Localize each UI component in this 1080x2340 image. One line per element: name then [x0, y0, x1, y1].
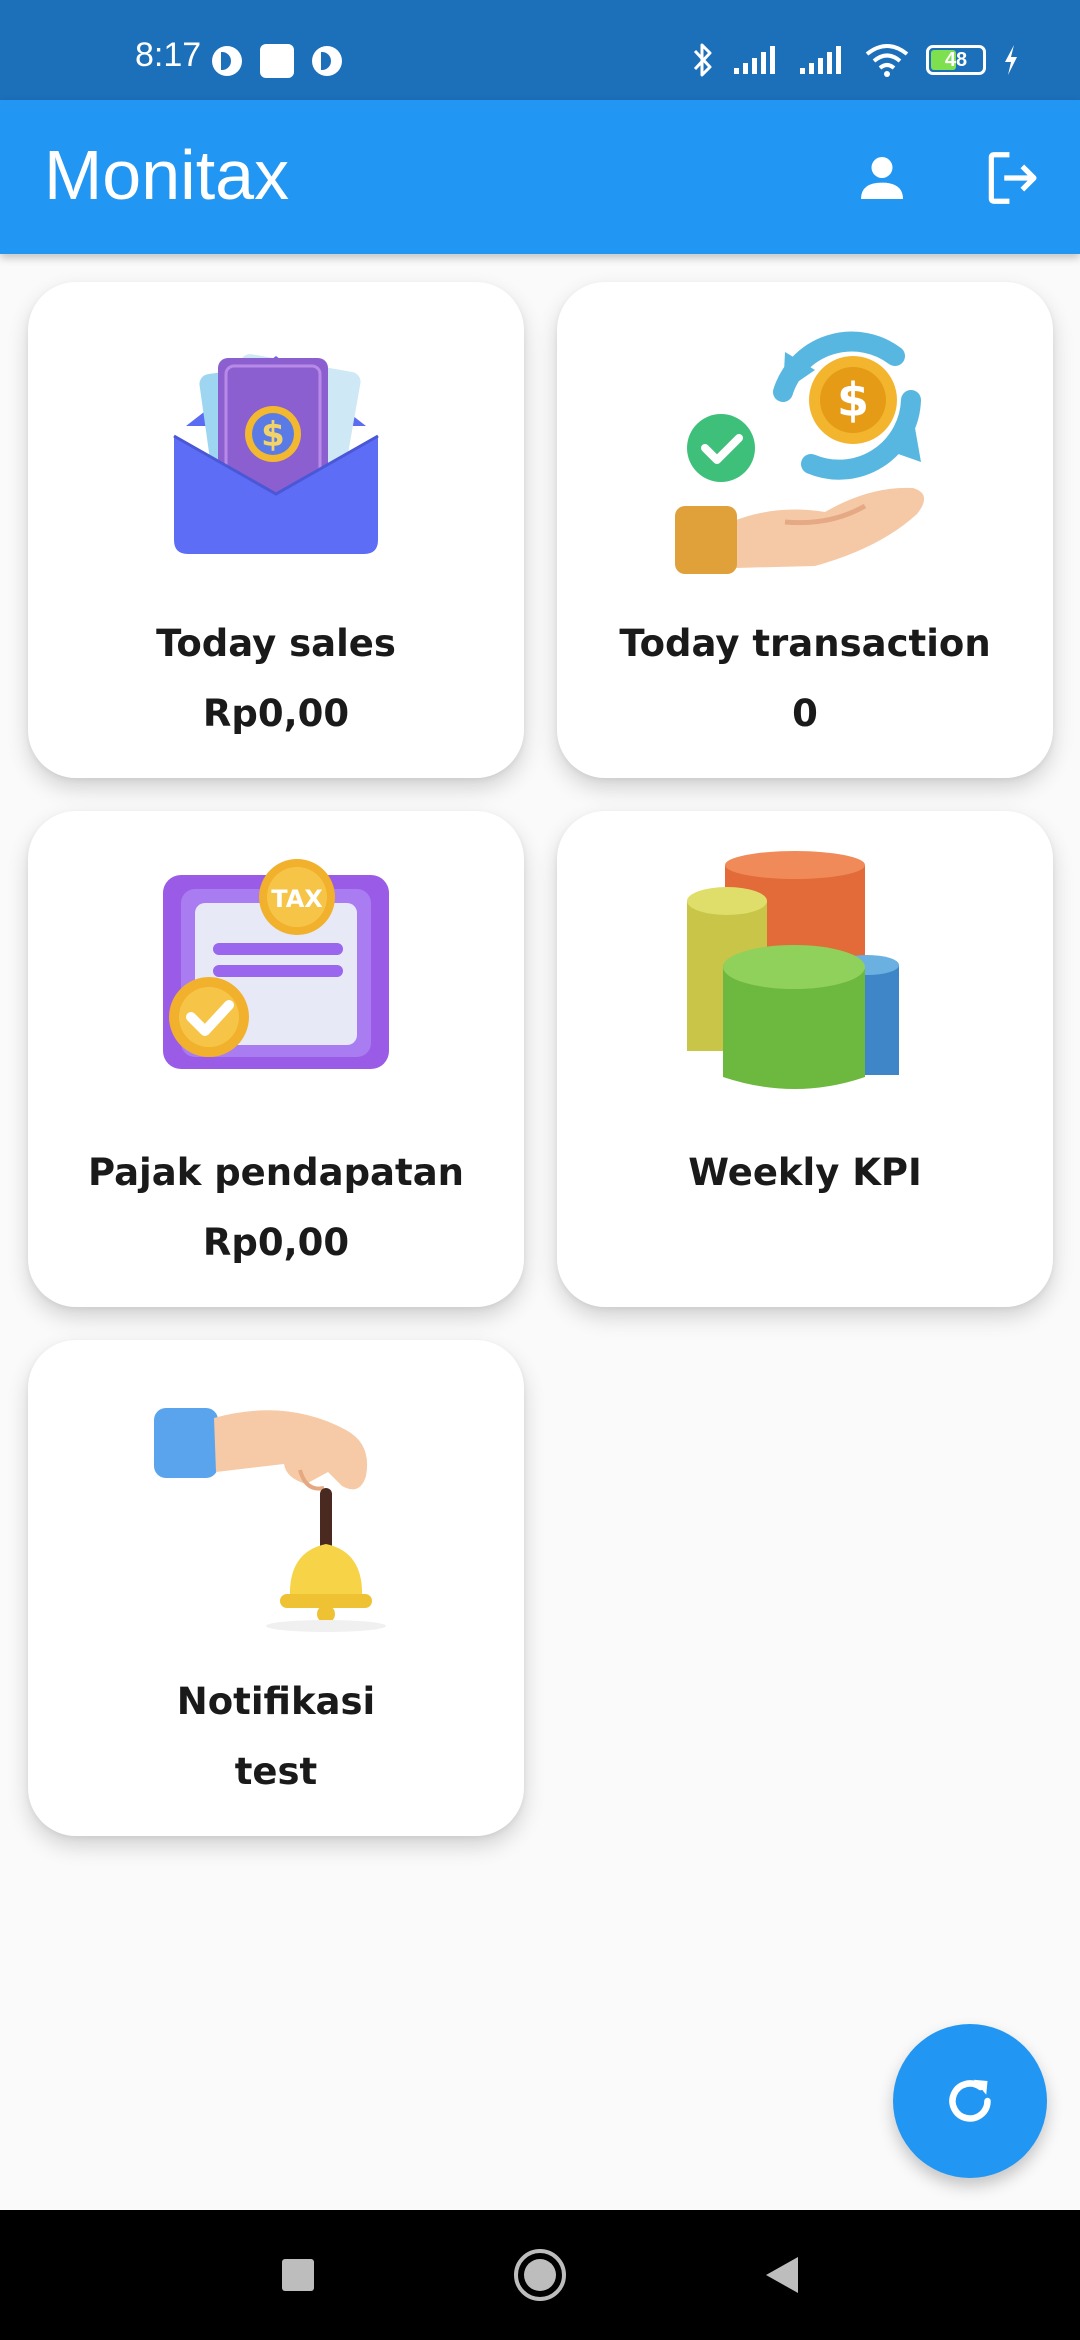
home-icon [514, 2249, 566, 2301]
status-time: 8:17 [135, 36, 202, 74]
card-today-sales[interactable]: $ Today sales Rp0,00 [28, 282, 524, 778]
card-title: Today sales [156, 622, 396, 665]
back-button[interactable] [752, 2245, 812, 2305]
refresh-icon [949, 2079, 991, 2122]
card-value: test [234, 1750, 318, 1793]
recents-icon [282, 2259, 314, 2291]
card-value: 0 [792, 692, 818, 735]
card-today-transaction[interactable]: $ Today transaction 0 [557, 282, 1053, 778]
hand-coin-exchange-icon: $ [675, 331, 925, 574]
card-notifikasi[interactable]: Notifikasi test [28, 1340, 524, 1836]
card-value: Rp0,00 [202, 1221, 350, 1264]
app-bar: Monitax [0, 100, 1080, 254]
card-pajak-pendapatan[interactable]: TAX Pajak pendapatan Rp0,00 [28, 811, 524, 1307]
card-weekly-kpi[interactable]: Weekly KPI [557, 811, 1053, 1307]
card-title: Pajak pendapatan [87, 1151, 465, 1194]
charging-icon [1005, 45, 1017, 75]
back-icon [766, 2257, 798, 2293]
svg-text:$: $ [837, 373, 869, 427]
app-icon [312, 46, 342, 76]
bluetooth-icon [693, 43, 712, 77]
logout-icon [988, 152, 1037, 204]
battery-icon: 48 [926, 45, 986, 75]
home-button[interactable] [510, 2245, 570, 2305]
card-title: Notifikasi [176, 1680, 376, 1723]
app-title: Monitax [44, 136, 290, 214]
card-title: Weekly KPI [688, 1151, 922, 1194]
person-icon [861, 157, 903, 199]
wifi-icon [865, 44, 909, 77]
signal-icon [800, 46, 841, 74]
navigation-bar [0, 2210, 1080, 2340]
svg-text:$: $ [261, 415, 285, 455]
status-notification-icons [212, 44, 342, 78]
app-icon [212, 46, 242, 76]
battery-level: 48 [944, 49, 968, 71]
signal-icon [734, 46, 775, 74]
money-envelope-icon: $ [173, 354, 379, 554]
status-system-icons: 48 [690, 40, 1020, 80]
status-bar: 8:17 48 [0, 0, 1080, 100]
refresh-button[interactable] [893, 2024, 1047, 2178]
tax-document-icon: TAX [163, 859, 389, 1069]
notification-icon [260, 44, 294, 78]
card-value: Rp0,00 [202, 692, 350, 735]
pie-chart-icon [687, 851, 899, 1089]
hand-bell-icon [154, 1408, 386, 1632]
recents-button[interactable] [268, 2245, 328, 2305]
svg-text:TAX: TAX [271, 885, 323, 913]
card-title: Today transaction [619, 622, 991, 665]
profile-button[interactable] [846, 142, 918, 214]
logout-button[interactable] [976, 142, 1048, 214]
